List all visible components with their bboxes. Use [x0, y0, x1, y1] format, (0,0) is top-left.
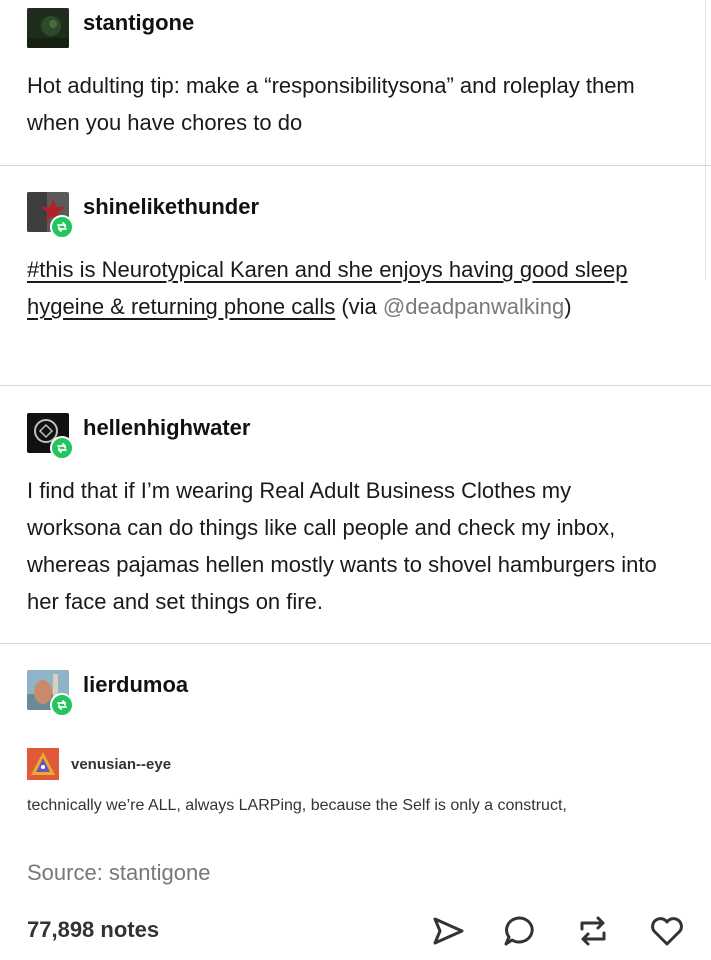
- notes-count[interactable]: 77,898 notes: [27, 917, 159, 943]
- username[interactable]: hellenhighwater: [83, 415, 250, 441]
- via-suffix: ): [564, 294, 572, 319]
- via-prefix: (via: [335, 294, 383, 319]
- post-text: #this is Neurotypical Karen and she enjo…: [27, 251, 677, 325]
- username[interactable]: lierdumoa: [83, 672, 188, 698]
- source-link[interactable]: Source: stantigone: [27, 860, 210, 886]
- mention-link[interactable]: @deadpanwalking: [383, 294, 564, 319]
- embedded-avatar: [27, 748, 59, 780]
- divider: [0, 643, 711, 644]
- username[interactable]: shinelikethunder: [83, 194, 259, 220]
- reblog-badge: [50, 693, 74, 717]
- share-icon[interactable]: [429, 912, 467, 950]
- like-icon[interactable]: [648, 912, 686, 950]
- embedded-username[interactable]: venusian--eye: [71, 756, 171, 773]
- reblog-icon[interactable]: [574, 912, 612, 950]
- post-text: I find that if I’m wearing Real Adult Bu…: [27, 478, 657, 614]
- embedded-text: technically we’re ALL, always LARPing, b…: [27, 797, 567, 814]
- reply-icon[interactable]: [501, 912, 539, 950]
- reblog-badge: [50, 436, 74, 460]
- divider: [0, 165, 711, 166]
- reblog-badge: [50, 215, 74, 239]
- scrollbar[interactable]: [700, 0, 706, 280]
- divider: [0, 385, 711, 386]
- post-text: Hot adulting tip: make a “responsibility…: [27, 73, 635, 135]
- username[interactable]: stantigone: [83, 10, 194, 36]
- avatar[interactable]: [27, 8, 69, 48]
